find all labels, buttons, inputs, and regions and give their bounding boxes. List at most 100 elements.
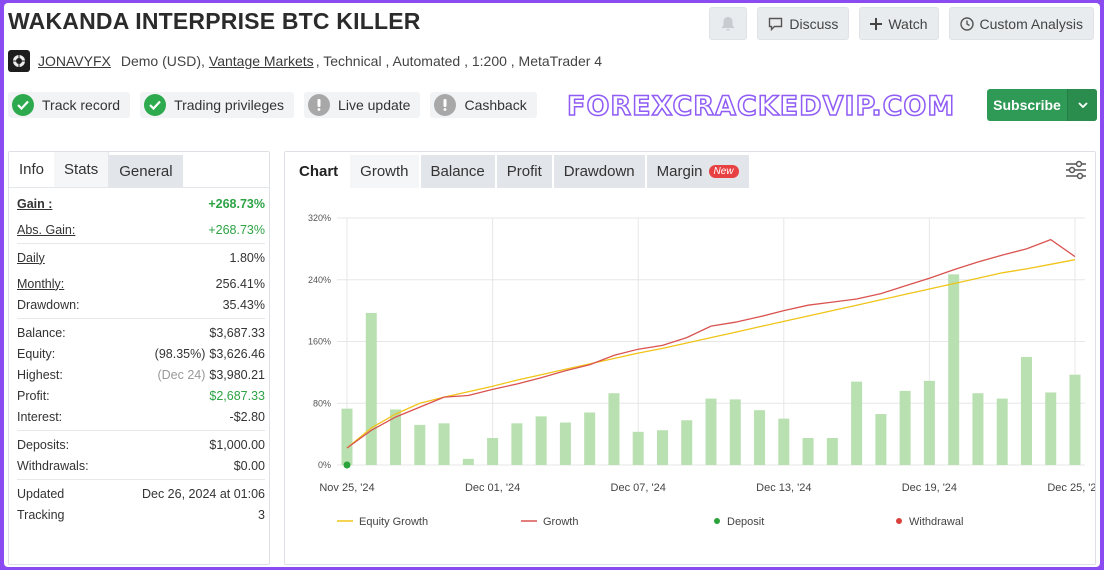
chart-bar [535, 416, 547, 465]
chart-bar [365, 312, 377, 465]
badge-label: Track record [42, 97, 121, 113]
stat-drawdown: Drawdown: 35.43% [17, 294, 265, 315]
chart-bar [1045, 392, 1057, 465]
stat-highest: Highest: (Dec 24) $3,980.21 [17, 364, 265, 385]
status-badges: Track record Trading privileges Live upd… [8, 92, 537, 118]
stat-withdrawals: Withdrawals: $0.00 [17, 455, 265, 476]
user-link[interactable]: JONAVYFX [38, 53, 111, 69]
y-tick-label: 160% [308, 337, 331, 347]
chart-bar [656, 430, 668, 465]
stat-label[interactable]: Daily [17, 251, 45, 265]
x-tick-label: Nov 25, '24 [319, 482, 374, 494]
chart-bar [681, 420, 693, 465]
broker-link[interactable]: Vantage Markets [209, 53, 314, 69]
account-details: , Technical , Automated , 1:200 , MetaTr… [315, 53, 603, 69]
badge-trading-privileges[interactable]: Trading privileges [140, 92, 295, 118]
tab-general[interactable]: General [109, 155, 183, 187]
stat-balance: Balance: $3,687.33 [17, 322, 265, 343]
stat-deposits: Deposits: $1,000.00 [17, 434, 265, 455]
plus-icon [870, 17, 883, 30]
discuss-button[interactable]: Discuss [757, 7, 850, 40]
stat-label[interactable]: Abs. Gain: [17, 223, 75, 237]
chart-bar [414, 424, 426, 465]
tab-balance[interactable]: Balance [420, 155, 495, 188]
stat-value: Dec 26, 2024 at 01:06 [141, 486, 265, 501]
stat-label: Balance: [17, 325, 66, 340]
x-tick-label: Dec 07, '24 [611, 482, 666, 494]
chart-bar [778, 418, 790, 465]
badge-label: Cashback [464, 97, 527, 113]
badge-label: Trading privileges [174, 97, 285, 113]
stat-label: Highest: [17, 367, 63, 382]
x-tick-label: Dec 01, '24 [465, 482, 520, 494]
chart-settings-icon[interactable] [1065, 160, 1087, 185]
clock-icon [959, 16, 974, 31]
chart-bar [705, 398, 717, 465]
legend-dot-swatch [896, 518, 902, 524]
stats-tabs: Info Stats General [9, 152, 269, 188]
custom-analysis-button[interactable]: Custom Analysis [948, 7, 1094, 40]
chart-bar [584, 412, 596, 465]
stat-value-group: (Dec 24) $3,980.21 [157, 368, 265, 382]
watch-button[interactable]: Watch [859, 7, 939, 40]
stat-value: +268.73% [208, 196, 265, 211]
stats-list: Gain : +268.73% Abs. Gain: +268.73% Daily 1… [9, 188, 269, 525]
exclamation-icon [308, 94, 331, 116]
y-tick-label: 80% [313, 398, 331, 408]
discuss-label: Discuss [789, 15, 839, 32]
divider [17, 430, 265, 431]
chevron-down-icon[interactable] [1067, 89, 1097, 121]
avatar[interactable] [8, 50, 30, 72]
chart-bar [826, 437, 838, 465]
stat-value: -$2.80 [229, 409, 265, 424]
stat-label[interactable]: Monthly: [17, 277, 64, 291]
highest-date: (Dec 24) [157, 367, 206, 382]
divider [17, 243, 265, 244]
stat-equity: Equity: (98.35%) $3,626.46 [17, 343, 265, 364]
deposit-marker [343, 461, 351, 469]
tab-margin[interactable]: Margin New [646, 155, 749, 188]
divider [17, 318, 265, 319]
subscribe-label: Subscribe [993, 97, 1061, 113]
x-tick-label: Dec 13, '24 [756, 482, 811, 494]
chart-bar [487, 437, 499, 465]
stat-label[interactable]: Gain : [17, 197, 52, 211]
stat-label: Deposits: [17, 437, 70, 452]
stat-profit: Profit: $2,687.33 [17, 385, 265, 406]
stat-value: 256.41% [215, 276, 265, 291]
x-tick-label: Dec 25, '24 [1047, 482, 1095, 494]
tab-stats[interactable]: Stats [54, 152, 110, 187]
chat-icon [768, 17, 783, 31]
subscribe-button[interactable]: Subscribe [987, 89, 1097, 121]
tab-info[interactable]: Info [9, 152, 54, 187]
chart-bar [341, 408, 353, 465]
notify-button[interactable] [709, 7, 748, 40]
legend-label: Withdrawal [909, 516, 963, 528]
equity-percent: (98.35%) [154, 346, 206, 361]
tab-growth[interactable]: Growth [350, 155, 419, 188]
stat-value: $2,687.33 [209, 388, 265, 403]
stat-daily: Daily 1.80% [17, 247, 265, 268]
chart-bar [462, 458, 474, 465]
tab-drawdown[interactable]: Drawdown [553, 155, 645, 188]
watch-label: Watch [888, 15, 928, 32]
badge-label: Live update [338, 97, 411, 113]
stat-updated: Updated Dec 26, 2024 at 01:06 [17, 483, 265, 504]
stat-value: 3 [258, 507, 265, 522]
stat-value: $1,000.00 [209, 437, 265, 452]
y-tick-label: 0% [318, 460, 331, 470]
stat-value: $3,687.33 [209, 325, 265, 340]
tab-profit[interactable]: Profit [496, 155, 552, 188]
stat-gain: Gain : +268.73% [17, 193, 265, 214]
legend-label: Growth [543, 516, 578, 528]
badge-track-record[interactable]: Track record [8, 92, 131, 118]
chart-bar [996, 398, 1008, 465]
chart-bar [559, 422, 571, 465]
tab-chart[interactable]: Chart [289, 155, 348, 188]
top-actions: Discuss Watch Custom Analysis [709, 7, 1094, 40]
growth-chart[interactable]: 0% 80% 160% 240% 320% Nov 25, '24 Dec 01, '24 D… [285, 192, 1095, 564]
badge-cashback[interactable]: Cashback [430, 92, 537, 118]
stat-monthly: Monthly: 256.41% [17, 273, 265, 294]
chart-bar [754, 410, 766, 465]
badge-live-update[interactable]: Live update [304, 92, 421, 118]
